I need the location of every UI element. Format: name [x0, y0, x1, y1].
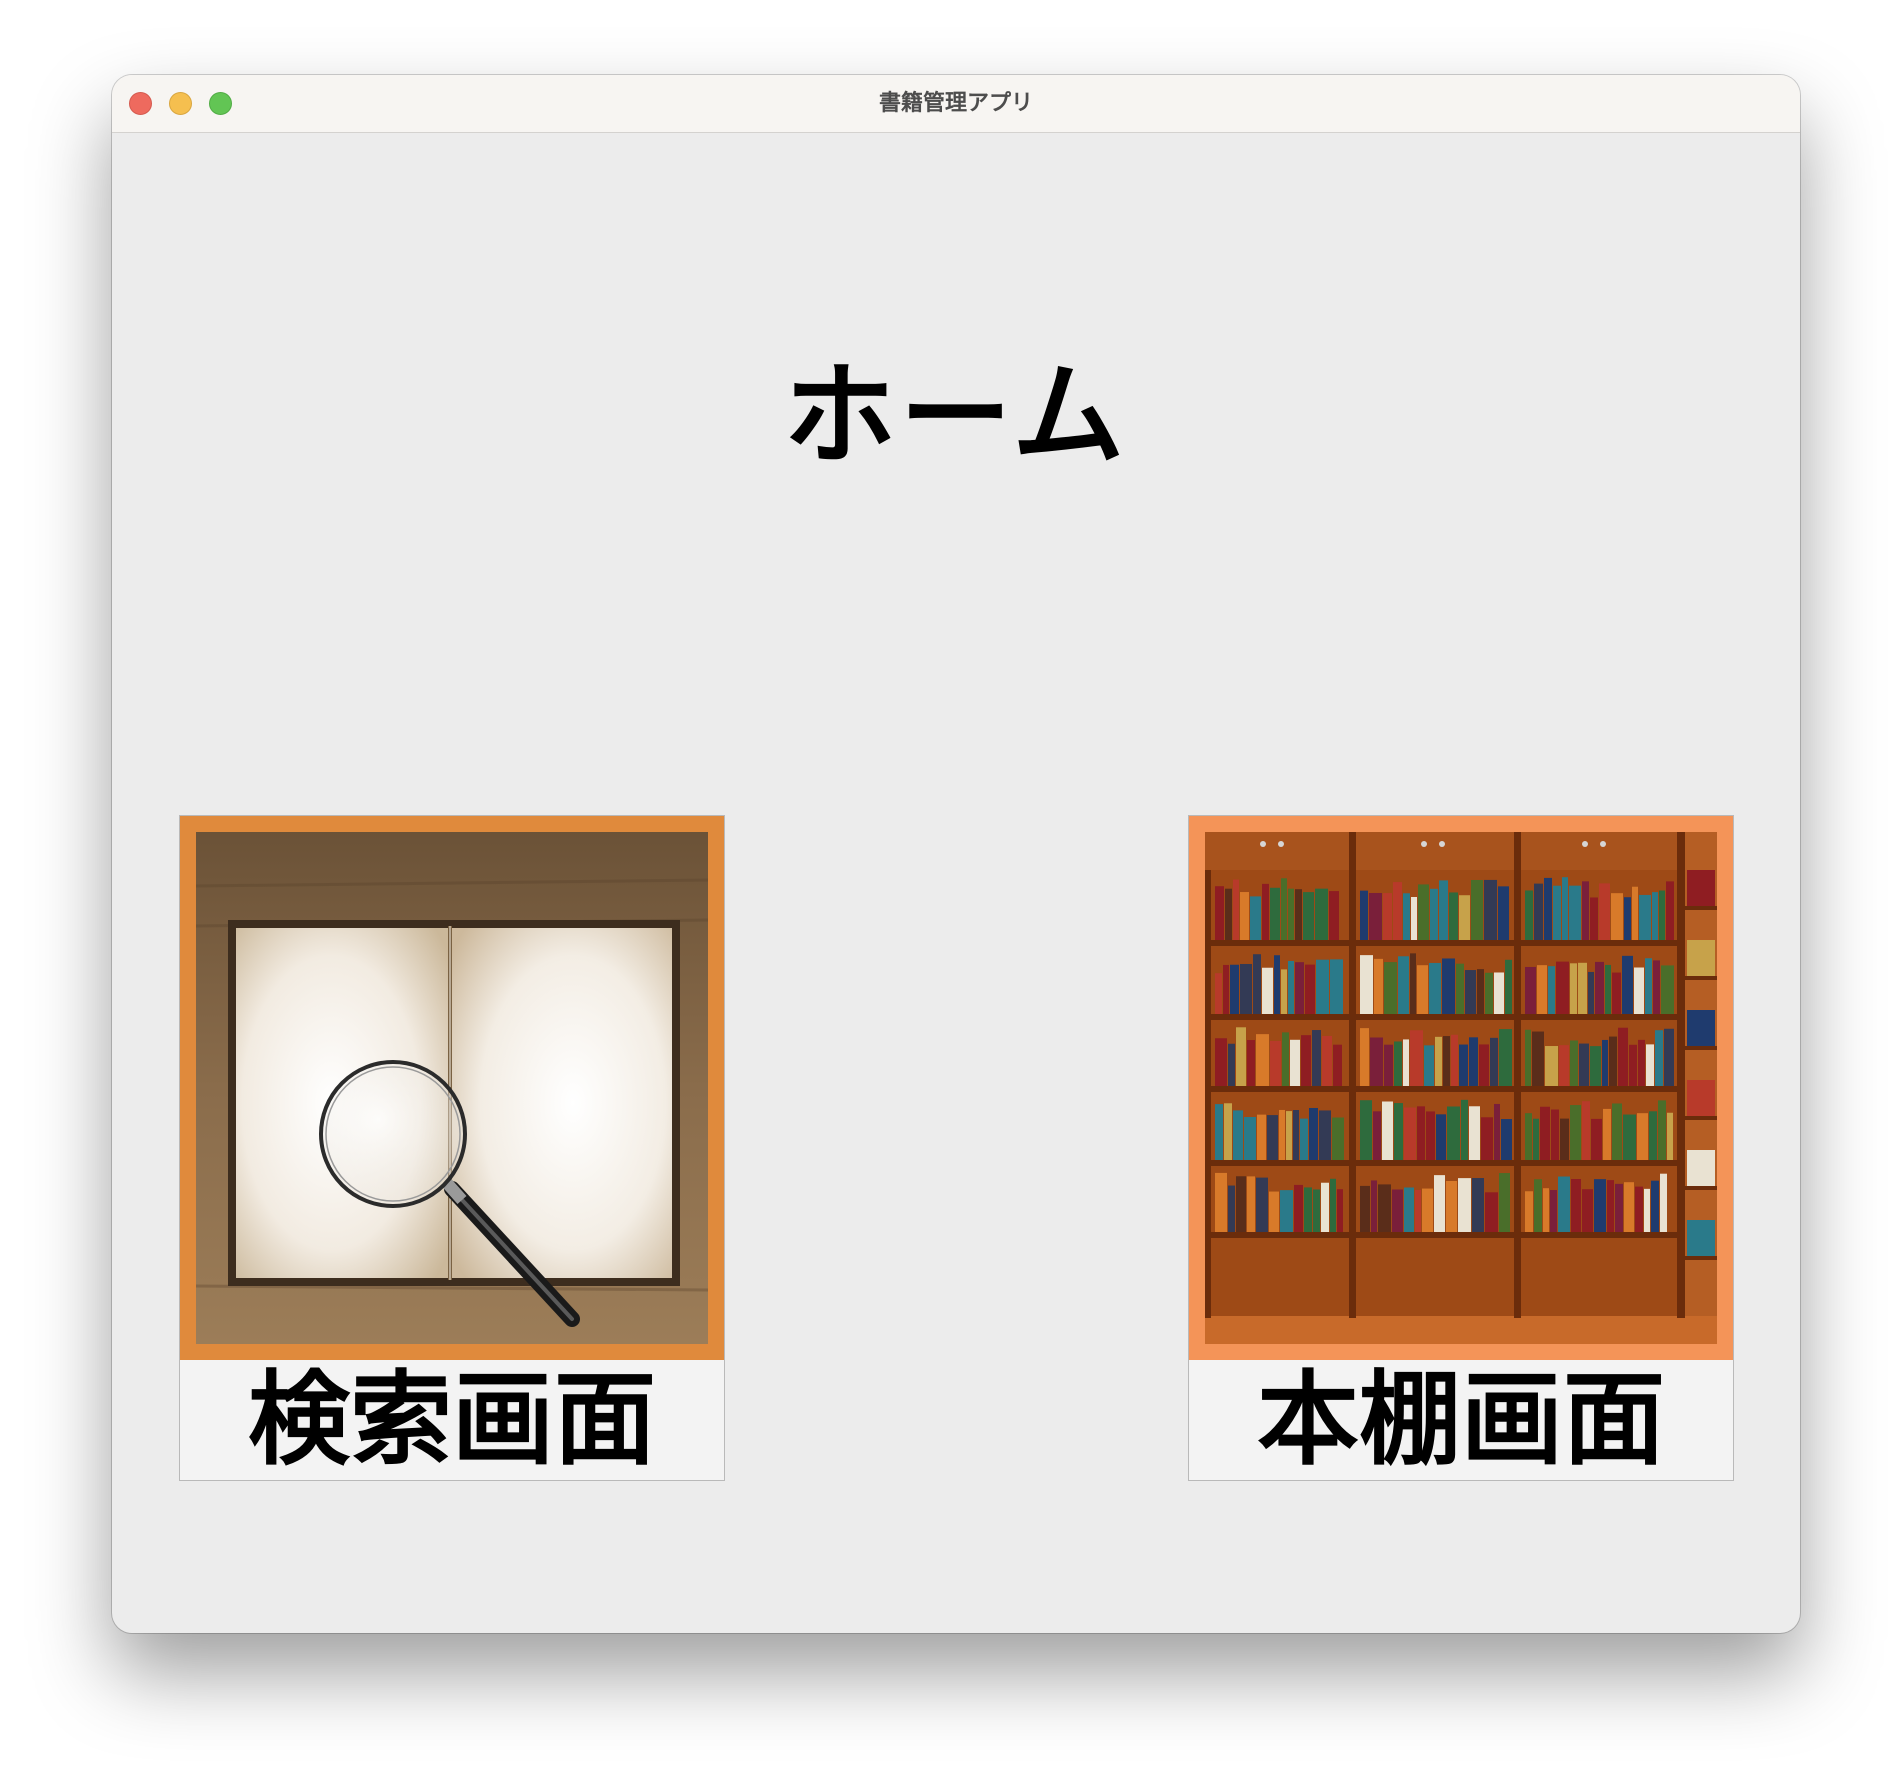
window-title: 書籍管理アプリ [878, 91, 1033, 116]
bookshelf-screen-button[interactable]: 本棚画面 [1188, 815, 1734, 1481]
search-screen-label: 検索画面 [248, 1361, 656, 1480]
page-title: ホーム [783, 351, 1129, 481]
bookshelf-icon [1189, 816, 1733, 1360]
app-window: 書籍管理アプリ ホーム 検索画面 本棚画面 [112, 75, 1800, 1633]
search-screen-button[interactable]: 検索画面 [179, 815, 725, 1481]
title-bar[interactable]: 書籍管理アプリ [112, 75, 1800, 133]
bookshelf-screen-label: 本棚画面 [1257, 1361, 1665, 1480]
magnifier-over-book-icon [180, 816, 724, 1360]
